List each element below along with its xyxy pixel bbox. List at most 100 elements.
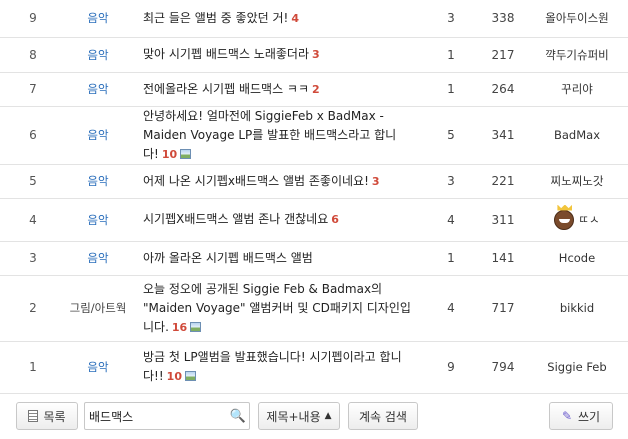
search-icon[interactable]: 🔍 bbox=[227, 409, 249, 424]
continue-search-button[interactable]: 계속 검색 bbox=[348, 402, 418, 430]
image-attachment-icon bbox=[190, 321, 202, 332]
author-cell: 꺅두기슈퍼비 bbox=[526, 37, 628, 73]
post-title-link[interactable]: 맞아 시기펩 배드맥스 노래좋더라 bbox=[143, 47, 309, 61]
comment-count[interactable]: 2 bbox=[312, 83, 320, 96]
post-number: 4 bbox=[0, 198, 66, 242]
post-number: 1 bbox=[0, 341, 66, 394]
author-name[interactable]: 꺅두기슈퍼비 bbox=[545, 48, 608, 62]
comment-count[interactable]: 10 bbox=[167, 370, 182, 383]
category-link[interactable]: 음악 bbox=[87, 82, 108, 96]
post-number: 2 bbox=[0, 275, 66, 342]
post-title-cell: 전에올라온 시기펩 배드맥스 ㅋㅋ 2 bbox=[130, 72, 422, 107]
board-toolbar: 목록 배드맥스 🔍 제목+내용 ▲︎ 계속 검색 ✎ 쓰기 bbox=[0, 395, 628, 439]
vote-count: 9 bbox=[422, 341, 480, 394]
post-category-cell: 음악 bbox=[66, 241, 130, 276]
category-link[interactable]: 그림/아트웍 bbox=[70, 301, 127, 315]
category-link[interactable]: 음악 bbox=[87, 213, 108, 227]
search-input-value: 배드맥스 bbox=[89, 409, 134, 424]
vote-count: 5 bbox=[422, 106, 480, 165]
list-button[interactable]: 목록 bbox=[16, 402, 78, 430]
author-name[interactable]: bikkid bbox=[560, 301, 594, 315]
author-name[interactable]: BadMax bbox=[554, 128, 600, 142]
comment-count[interactable]: 3 bbox=[312, 48, 320, 61]
post-title-cell: 방금 첫 LP앨범을 발표했습니다! 시기펩이라고 합니다!! 10 bbox=[130, 341, 422, 394]
category-link[interactable]: 음악 bbox=[87, 11, 108, 25]
vote-count: 3 bbox=[422, 0, 480, 38]
post-title-link[interactable]: 최근 들은 앨범 중 좋았던 거! bbox=[143, 11, 288, 25]
author-name[interactable]: Siggie Feb bbox=[547, 360, 606, 374]
table-row[interactable]: 4 음악 시기펩X배드맥스 앨범 존나 갠찮네요 6 4 311 ㄸㅅ bbox=[0, 198, 628, 242]
author-cell: Hcode bbox=[526, 241, 628, 276]
post-title-cell: 아까 올라온 시기펩 배드맥스 앨범 bbox=[130, 241, 422, 276]
post-title-cell: 안녕하세요! 얼마전에 SiggieFeb x BadMax - Maiden … bbox=[130, 106, 422, 165]
post-category-cell: 음악 bbox=[66, 0, 130, 38]
comment-count[interactable]: 10 bbox=[162, 148, 177, 161]
author-name[interactable]: 찌노찌노갓 bbox=[551, 174, 604, 188]
author-name[interactable]: ㄸㅅ bbox=[578, 212, 599, 226]
vote-count: 1 bbox=[422, 37, 480, 73]
view-count: 794 bbox=[480, 341, 526, 394]
list-icon bbox=[28, 410, 39, 422]
comment-count[interactable]: 6 bbox=[331, 213, 339, 226]
post-title-cell: 시기펩X배드맥스 앨범 존나 갠찮네요 6 bbox=[130, 198, 422, 242]
post-number: 8 bbox=[0, 37, 66, 73]
post-title-cell: 오늘 정오에 공개된 Siggie Feb & Badmax의 "Maiden … bbox=[130, 275, 422, 342]
search-input[interactable]: 배드맥스 🔍 bbox=[84, 402, 250, 430]
post-category-cell: 음악 bbox=[66, 341, 130, 394]
view-count: 338 bbox=[480, 0, 526, 38]
avatar bbox=[554, 209, 575, 230]
author-cell: 올아두이스원 bbox=[526, 0, 628, 38]
comment-count[interactable]: 16 bbox=[172, 321, 187, 334]
view-count: 717 bbox=[480, 275, 526, 342]
image-attachment-icon bbox=[180, 148, 192, 159]
view-count: 217 bbox=[480, 37, 526, 73]
author-cell: 찌노찌노갓 bbox=[526, 164, 628, 199]
post-number: 9 bbox=[0, 0, 66, 38]
post-title-link[interactable]: 어제 나온 시기펩x배드맥스 앨범 존좋이네요! bbox=[143, 174, 369, 188]
category-link[interactable]: 음악 bbox=[87, 360, 108, 374]
view-count: 311 bbox=[480, 198, 526, 242]
table-row[interactable]: 1 음악 방금 첫 LP앨범을 발표했습니다! 시기펩이라고 합니다!! 10 9 794… bbox=[0, 341, 628, 394]
vote-count: 3 bbox=[422, 164, 480, 199]
view-count: 141 bbox=[480, 241, 526, 276]
post-number: 7 bbox=[0, 72, 66, 107]
post-number: 6 bbox=[0, 106, 66, 165]
author-cell: ㄸㅅ bbox=[526, 198, 628, 242]
search-scope-select[interactable]: 제목+내용 ▲︎ bbox=[258, 402, 340, 430]
updown-arrow-icon: ▲︎ bbox=[324, 411, 332, 421]
post-category-cell: 음악 bbox=[66, 164, 130, 199]
post-title-link[interactable]: 아까 올라온 시기펩 배드맥스 앨범 bbox=[143, 251, 313, 265]
post-title-cell: 맞아 시기펩 배드맥스 노래좋더라 3 bbox=[130, 37, 422, 73]
category-link[interactable]: 음악 bbox=[87, 48, 108, 62]
table-row[interactable]: 5 음악 어제 나온 시기펩x배드맥스 앨범 존좋이네요! 3 3 221 찌노찌노갓 bbox=[0, 164, 628, 199]
table-row[interactable]: 7 음악 전에올라온 시기펩 배드맥스 ㅋㅋ 2 1 264 꾸리야 bbox=[0, 72, 628, 107]
comment-count[interactable]: 3 bbox=[372, 175, 380, 188]
post-title-cell: 최근 들은 앨범 중 좋았던 거! 4 bbox=[130, 0, 422, 38]
table-row[interactable]: 9 음악 최근 들은 앨범 중 좋았던 거! 4 3 338 올아두이스원 bbox=[0, 0, 628, 38]
post-list-table: 9 음악 최근 들은 앨범 중 좋았던 거! 4 3 338 올아두이스원 8 음악 맞아 시기펩… bbox=[0, 0, 628, 394]
post-title-link[interactable]: 전에올라온 시기펩 배드맥스 ㅋㅋ bbox=[143, 82, 309, 96]
category-link[interactable]: 음악 bbox=[87, 251, 108, 265]
vote-count: 4 bbox=[422, 198, 480, 242]
post-title-link[interactable]: 시기펩X배드맥스 앨범 존나 갠찮네요 bbox=[143, 212, 328, 226]
write-button[interactable]: ✎ 쓰기 bbox=[549, 402, 613, 430]
author-name[interactable]: Hcode bbox=[559, 251, 595, 265]
post-category-cell: 음악 bbox=[66, 106, 130, 165]
post-category-cell: 그림/아트웍 bbox=[66, 275, 130, 342]
vote-count: 1 bbox=[422, 72, 480, 107]
table-row[interactable]: 2 그림/아트웍 오늘 정오에 공개된 Siggie Feb & Badmax의 "… bbox=[0, 275, 628, 342]
category-link[interactable]: 음악 bbox=[87, 128, 108, 142]
author-name[interactable]: 올아두이스원 bbox=[545, 11, 608, 25]
comment-count[interactable]: 4 bbox=[291, 12, 299, 25]
post-number: 5 bbox=[0, 164, 66, 199]
author-cell: 꾸리야 bbox=[526, 72, 628, 107]
table-row[interactable]: 6 음악 안녕하세요! 얼마전에 SiggieFeb x BadMax - Maid… bbox=[0, 106, 628, 165]
view-count: 221 bbox=[480, 164, 526, 199]
write-button-label: 쓰기 bbox=[577, 409, 601, 424]
table-row[interactable]: 8 음악 맞아 시기펩 배드맥스 노래좋더라 3 1 217 꺅두기슈퍼비 bbox=[0, 37, 628, 73]
author-name[interactable]: 꾸리야 bbox=[561, 82, 593, 96]
category-link[interactable]: 음악 bbox=[87, 174, 108, 188]
author-cell: Siggie Feb bbox=[526, 341, 628, 394]
pencil-icon: ✎ bbox=[561, 408, 573, 423]
table-row[interactable]: 3 음악 아까 올라온 시기펩 배드맥스 앨범 1 141 Hcode bbox=[0, 241, 628, 276]
